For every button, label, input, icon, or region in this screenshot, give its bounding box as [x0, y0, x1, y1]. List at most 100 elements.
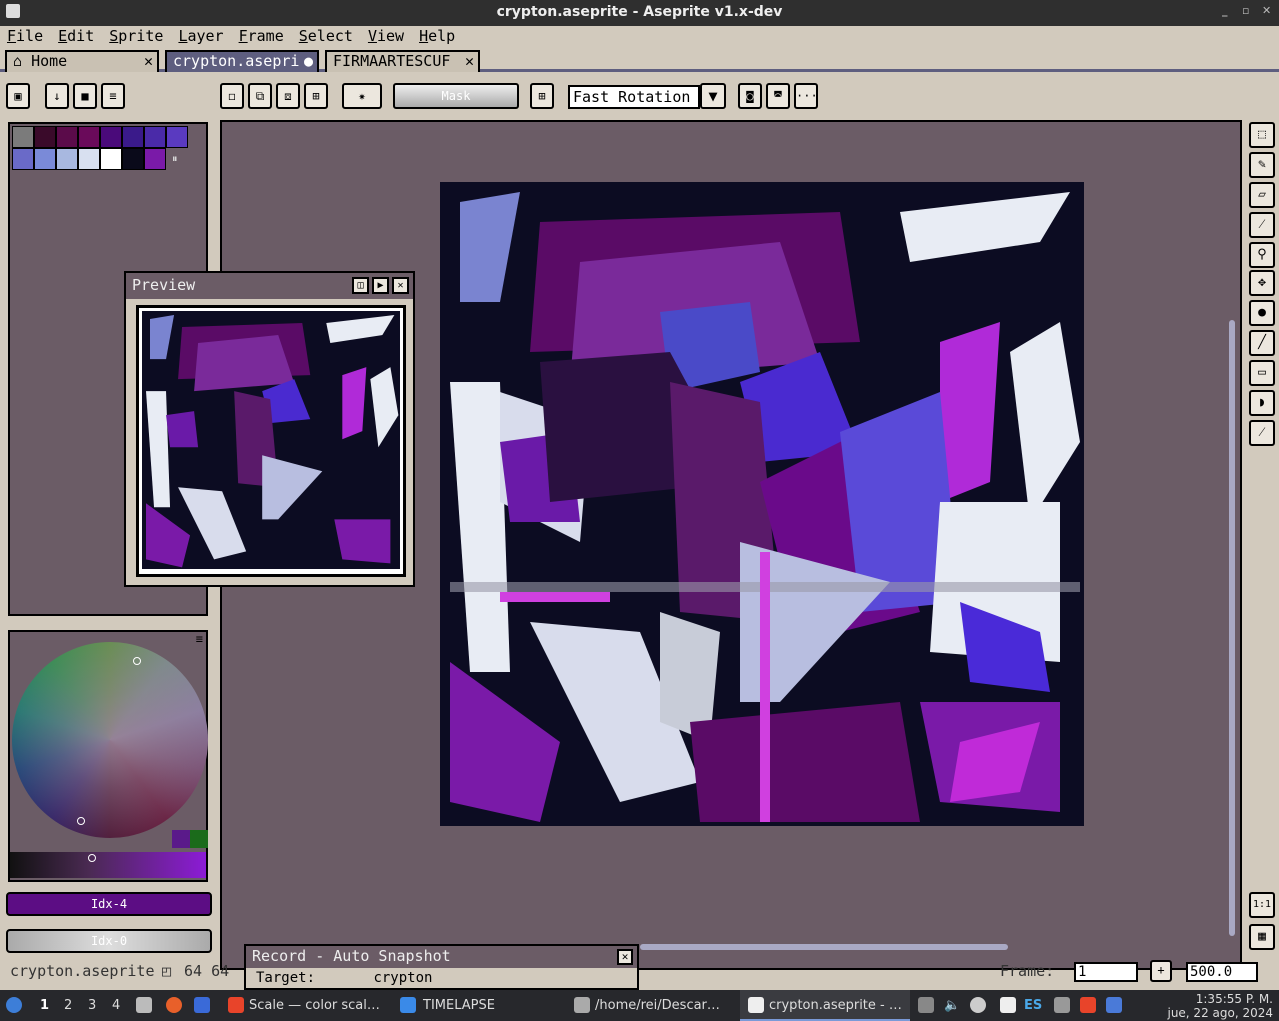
- palette-options-icon[interactable]: ≡: [101, 83, 125, 109]
- drop-pixels-icon[interactable]: ◙: [738, 83, 762, 109]
- pivot-icon[interactable]: ⊞: [530, 83, 554, 109]
- file-manager-icon[interactable]: [136, 997, 152, 1013]
- eyedropper-icon[interactable]: ⁄: [1249, 212, 1275, 238]
- palette-swatch[interactable]: [78, 126, 100, 148]
- add-frame-button[interactable]: +: [1150, 960, 1172, 982]
- palette-swatch[interactable]: [56, 148, 78, 170]
- desktop-icon[interactable]: [194, 997, 210, 1013]
- firefox-icon[interactable]: [166, 997, 182, 1013]
- menu-sprite[interactable]: Sprite: [102, 26, 171, 47]
- maximize-button[interactable]: ▫: [1242, 4, 1249, 17]
- preview-close-icon[interactable]: ✕: [392, 277, 409, 294]
- background-color-button[interactable]: Idx-0: [6, 929, 212, 953]
- zoom-icon[interactable]: ⚲: [1249, 242, 1275, 268]
- close-window-button[interactable]: ✕: [1262, 4, 1271, 17]
- timeline-icon[interactable]: ▦: [1249, 924, 1275, 950]
- palette-swatch[interactable]: [12, 126, 34, 148]
- keyboard-layout[interactable]: ES: [1024, 998, 1042, 1013]
- horizontal-scrollbar[interactable]: [640, 944, 1008, 950]
- chevron-down-icon[interactable]: ▼: [700, 83, 726, 109]
- start-menu-icon[interactable]: [6, 997, 22, 1013]
- paint-bucket-icon[interactable]: ●: [1249, 300, 1275, 326]
- tab-home-close-icon[interactable]: ✕: [144, 52, 153, 70]
- workspace-4[interactable]: 4: [112, 998, 120, 1013]
- transparent-color-icon[interactable]: ✷: [342, 83, 382, 109]
- brave-tray-icon[interactable]: [1080, 997, 1096, 1013]
- palette-swatch[interactable]: [34, 148, 56, 170]
- line-icon[interactable]: ╱: [1249, 330, 1275, 356]
- task-crypton[interactable]: crypton.aseprite - …: [769, 998, 902, 1013]
- menu-file[interactable]: File: [0, 26, 51, 47]
- blur-icon[interactable]: ⁄: [1249, 420, 1275, 446]
- palette-presets-icon[interactable]: ■: [73, 83, 97, 109]
- workspace-1[interactable]: 1: [40, 998, 49, 1013]
- shade-bar[interactable]: [10, 852, 206, 878]
- palette-swatch[interactable]: [144, 148, 166, 170]
- menu-view[interactable]: View: [361, 26, 412, 47]
- rectangle-icon[interactable]: ▭: [1249, 360, 1275, 386]
- task-scale[interactable]: Scale — color scal…: [249, 998, 380, 1013]
- menu-layer[interactable]: Layer: [171, 26, 231, 47]
- task-timelapse[interactable]: TIMELAPSE: [423, 998, 495, 1013]
- palette-swatch[interactable]: [122, 126, 144, 148]
- frame-input[interactable]: 1: [1074, 962, 1138, 982]
- menu-frame[interactable]: Frame: [232, 26, 292, 47]
- menu-select[interactable]: Select: [292, 26, 361, 47]
- palette-swatch[interactable]: [144, 126, 166, 148]
- foreground-color-button[interactable]: Idx-4: [6, 892, 212, 916]
- eraser-icon[interactable]: ▱: [1249, 182, 1275, 208]
- actual-size-icon[interactable]: 1:1: [1249, 892, 1275, 918]
- mask-color-button[interactable]: Mask: [393, 83, 519, 109]
- contour-icon[interactable]: ◗: [1249, 390, 1275, 416]
- tab-home[interactable]: ⌂ Home ✕: [5, 50, 159, 72]
- palette-sort-icon[interactable]: ↓: [45, 83, 69, 109]
- palette-swatch[interactable]: [100, 148, 122, 170]
- tab-crypton-modified-icon[interactable]: ●: [304, 52, 313, 70]
- task-home-rei[interactable]: /home/rei/Descar…: [595, 998, 720, 1013]
- display-icon[interactable]: [1054, 997, 1070, 1013]
- terminal-icon[interactable]: [574, 997, 590, 1013]
- tab-crypton[interactable]: crypton.asepri ●: [165, 50, 319, 72]
- rectangular-marquee-icon[interactable]: ⬚: [1249, 122, 1275, 148]
- menu-help[interactable]: Help: [412, 26, 463, 47]
- color-wheel-menu-icon[interactable]: ≡: [196, 632, 203, 646]
- lock-icon[interactable]: ▣: [6, 83, 30, 109]
- menu-edit[interactable]: Edit: [51, 26, 102, 47]
- pencil-icon[interactable]: ✎: [1249, 152, 1275, 178]
- tab-firmaartescuf-close-icon[interactable]: ✕: [465, 52, 474, 70]
- palette-swatch[interactable]: [166, 126, 188, 148]
- brave-icon[interactable]: [228, 997, 244, 1013]
- cloud-icon[interactable]: [970, 997, 986, 1013]
- clock[interactable]: 1:35:55 P. M. jue, 22 ago, 2024: [1167, 992, 1273, 1020]
- cancel-transform-icon[interactable]: ◚: [766, 83, 790, 109]
- palette-swatch[interactable]: [34, 126, 56, 148]
- preview-play-icon[interactable]: ▶: [372, 277, 389, 294]
- tab-firmaartescuf[interactable]: FIRMAARTESCUF ✕: [325, 50, 480, 72]
- workspace-3[interactable]: 3: [88, 998, 96, 1013]
- volume-icon[interactable]: 🔈: [944, 998, 960, 1013]
- minimize-button[interactable]: _: [1222, 4, 1228, 17]
- zoom-input[interactable]: 500.0: [1186, 962, 1258, 982]
- selection-replace-icon[interactable]: ◻: [220, 83, 244, 109]
- preview-window[interactable]: Preview ◫ ▶ ✕: [124, 271, 415, 587]
- rotation-algorithm-select[interactable]: Fast Rotation: [568, 85, 700, 109]
- palette-swatch[interactable]: [56, 126, 78, 148]
- notes-icon[interactable]: [1000, 997, 1016, 1013]
- sprite-canvas[interactable]: [440, 182, 1084, 826]
- selection-intersect-icon[interactable]: ⊞: [304, 83, 328, 109]
- preview-center-icon[interactable]: ◫: [352, 277, 369, 294]
- updates-icon[interactable]: [1106, 997, 1122, 1013]
- palette-swatch[interactable]: [78, 148, 100, 170]
- clipboard-icon[interactable]: [918, 997, 934, 1013]
- selection-subtract-icon[interactable]: ⧈: [276, 83, 300, 109]
- folder-icon[interactable]: [400, 997, 416, 1013]
- move-icon[interactable]: ✥: [1249, 270, 1275, 296]
- more-options-button[interactable]: ···: [794, 83, 818, 109]
- palette-swatch[interactable]: [100, 126, 122, 148]
- palette-swatch[interactable]: [12, 148, 34, 170]
- palette-swatch[interactable]: [122, 148, 144, 170]
- workspace-2[interactable]: 2: [64, 998, 72, 1013]
- selection-add-icon[interactable]: ⧉: [248, 83, 272, 109]
- vertical-scrollbar[interactable]: [1229, 320, 1235, 936]
- palette-resize-handle[interactable]: ⏸: [172, 152, 178, 166]
